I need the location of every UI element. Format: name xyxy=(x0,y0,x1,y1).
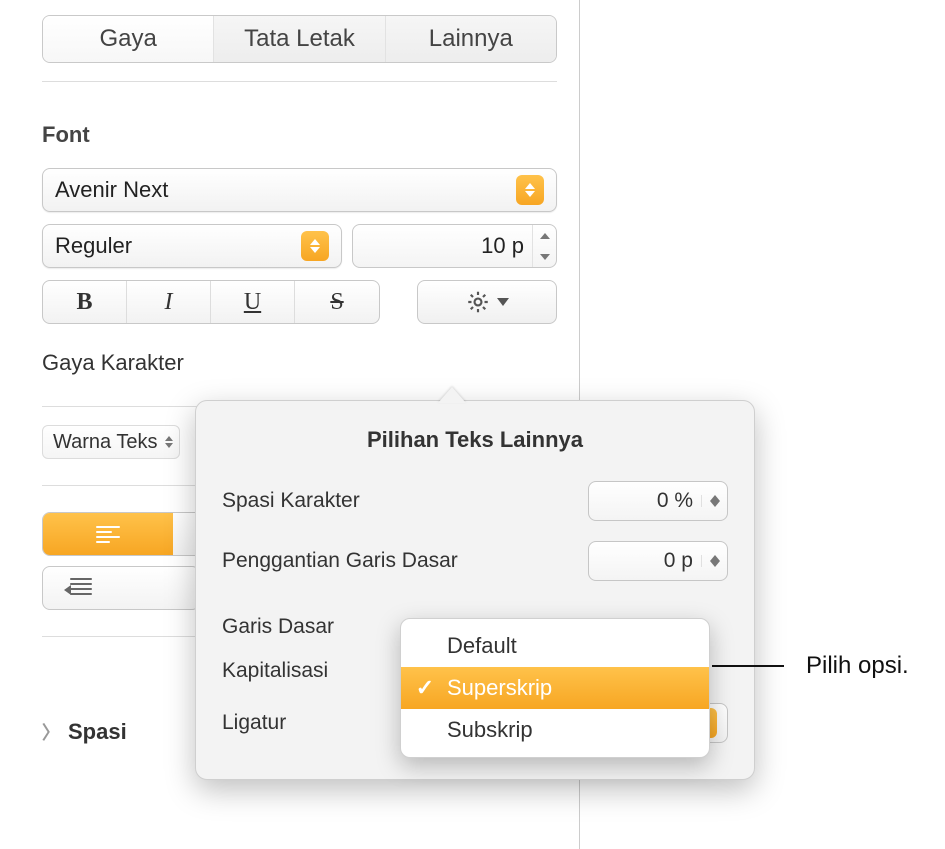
indent-group xyxy=(42,566,200,610)
font-size-stepper[interactable]: 10 p xyxy=(352,224,557,268)
text-style-group: B I U S xyxy=(42,280,380,324)
tab-more[interactable]: Lainnya xyxy=(386,16,556,62)
stepper-arrows-icon[interactable] xyxy=(701,495,727,507)
text-color-popup[interactable]: Warna Teks xyxy=(42,425,180,459)
italic-button[interactable]: I xyxy=(127,281,211,323)
menu-label: Subskrip xyxy=(447,717,533,743)
stepper-arrows-icon[interactable] xyxy=(532,225,556,267)
tab-style[interactable]: Gaya xyxy=(43,16,214,62)
menu-label: Superskrip xyxy=(447,675,552,701)
align-left-icon xyxy=(96,526,120,543)
baseline-shift-label: Penggantian Garis Dasar xyxy=(222,549,588,573)
baseline-option-default[interactable]: ✓ Default xyxy=(401,625,709,667)
check-icon: ✓ xyxy=(415,675,435,701)
text-color-label: Warna Teks xyxy=(53,431,157,454)
stepper-arrows-icon[interactable] xyxy=(701,555,727,567)
chevron-down-icon xyxy=(497,298,509,306)
font-family-popup[interactable]: Avenir Next xyxy=(42,168,557,212)
baseline-option-superscript[interactable]: ✓ Superskrip xyxy=(401,667,709,709)
font-family-value: Avenir Next xyxy=(55,177,516,203)
baseline-option-subscript[interactable]: ✓ Subskrip xyxy=(401,709,709,751)
gear-icon xyxy=(465,289,491,315)
decrease-indent-button[interactable] xyxy=(43,567,122,609)
menu-label: Default xyxy=(447,633,517,659)
bold-button[interactable]: B xyxy=(43,281,127,323)
spacing-label: Spasi xyxy=(68,719,127,745)
popover-title: Pilihan Teks Lainnya xyxy=(222,427,728,453)
underline-button[interactable]: U xyxy=(211,281,295,323)
chevron-right-icon: 〉 xyxy=(42,719,60,745)
baseline-shift-stepper[interactable]: 0 p xyxy=(588,541,728,581)
format-tabs: Gaya Tata Letak Lainnya xyxy=(42,15,557,63)
popup-caret-icon xyxy=(301,231,329,261)
decrease-indent-icon xyxy=(70,578,96,598)
divider xyxy=(42,81,557,82)
tab-layout[interactable]: Tata Letak xyxy=(214,16,385,62)
font-section-label: Font xyxy=(20,100,579,162)
font-size-value: 10 p xyxy=(353,233,532,259)
char-spacing-value: 0 % xyxy=(589,489,701,513)
align-left-button[interactable] xyxy=(43,513,173,555)
font-weight-value: Reguler xyxy=(55,233,301,259)
popup-caret-icon xyxy=(516,175,544,205)
callout-leader xyxy=(712,665,784,667)
char-style-label: Gaya Karakter xyxy=(20,330,579,388)
font-weight-popup[interactable]: Reguler xyxy=(42,224,342,268)
char-spacing-label: Spasi Karakter xyxy=(222,489,588,513)
callout-text: Pilih opsi. xyxy=(806,652,909,680)
popup-chevrons-icon xyxy=(165,436,173,448)
strikethrough-button[interactable]: S xyxy=(295,281,379,323)
advanced-options-button[interactable] xyxy=(417,280,557,324)
baseline-menu: ✓ Default ✓ Superskrip ✓ Subskrip xyxy=(400,618,710,758)
baseline-shift-value: 0 p xyxy=(589,549,701,573)
char-spacing-stepper[interactable]: 0 % xyxy=(588,481,728,521)
